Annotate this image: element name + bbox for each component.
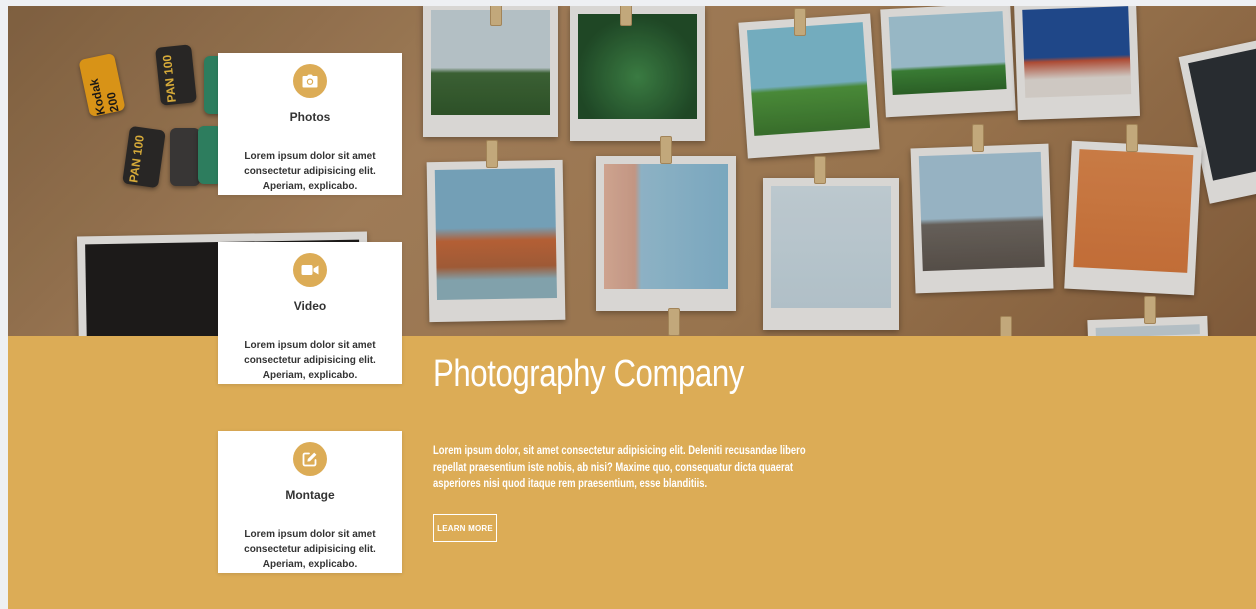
polaroid-photo — [1064, 140, 1202, 296]
service-title: Montage — [285, 488, 335, 502]
learn-more-button[interactable]: LEARN MORE — [433, 514, 497, 542]
hero-background-image: Kodak 200 PAN 100 PAN 100 — [8, 6, 1256, 336]
film-label: Kodak 200 — [86, 77, 122, 117]
polaroid-photo — [1178, 34, 1256, 204]
wooden-clip — [490, 6, 502, 26]
service-description: Lorem ipsum dolor sit amet consectetur a… — [244, 340, 376, 381]
wooden-clip — [668, 308, 680, 336]
service-card-montage: Montage Lorem ipsum dolor sit amet conse… — [218, 431, 402, 573]
wooden-clip — [794, 8, 806, 36]
page-title: Photography Company — [433, 353, 744, 395]
wooden-clip — [660, 136, 672, 164]
wooden-clip — [1126, 124, 1138, 152]
polaroid-photo — [880, 6, 1016, 118]
polaroid-photo — [1087, 315, 1209, 336]
film-canister: Kodak 200 — [78, 52, 126, 118]
wooden-clip — [486, 140, 498, 168]
service-description: Lorem ipsum dolor sit amet consectetur a… — [244, 151, 376, 192]
polaroid-photo — [423, 6, 558, 137]
service-title: Photos — [289, 110, 331, 124]
wooden-clip — [814, 156, 826, 184]
service-card-video: Video Lorem ipsum dolor sit amet consect… — [218, 242, 402, 384]
film-canister: PAN 100 — [122, 125, 166, 189]
film-canister — [170, 128, 200, 186]
polaroid-photo — [596, 156, 736, 311]
edit-icon-badge — [293, 442, 327, 476]
video-camera-icon — [301, 265, 319, 275]
edit-icon — [302, 452, 317, 467]
polaroid-photo — [763, 178, 899, 330]
wooden-clip — [620, 6, 632, 26]
service-title: Video — [293, 299, 327, 313]
polaroid-photo — [1013, 6, 1141, 121]
wooden-clip — [1144, 296, 1156, 324]
polaroid-photo — [426, 159, 566, 323]
polaroid-photo — [910, 143, 1054, 294]
wooden-clip — [1000, 316, 1012, 336]
camera-icon-badge — [293, 64, 327, 98]
service-description: Lorem ipsum dolor sit amet consectetur a… — [244, 529, 376, 570]
polaroid-photo — [738, 13, 880, 159]
intro-paragraph: Lorem ipsum dolor, sit amet consectetur … — [433, 445, 806, 490]
service-card-photos: Photos Lorem ipsum dolor sit amet consec… — [218, 53, 402, 195]
video-camera-icon-badge — [293, 253, 327, 287]
camera-icon — [302, 74, 318, 88]
film-label: PAN 100 — [126, 134, 147, 184]
film-canister: PAN 100 — [155, 44, 197, 106]
film-label: PAN 100 — [159, 54, 179, 104]
polaroid-photo — [570, 6, 705, 141]
wooden-clip — [972, 124, 984, 152]
page-frame: Kodak 200 PAN 100 PAN 100 Photography Co… — [8, 6, 1256, 609]
